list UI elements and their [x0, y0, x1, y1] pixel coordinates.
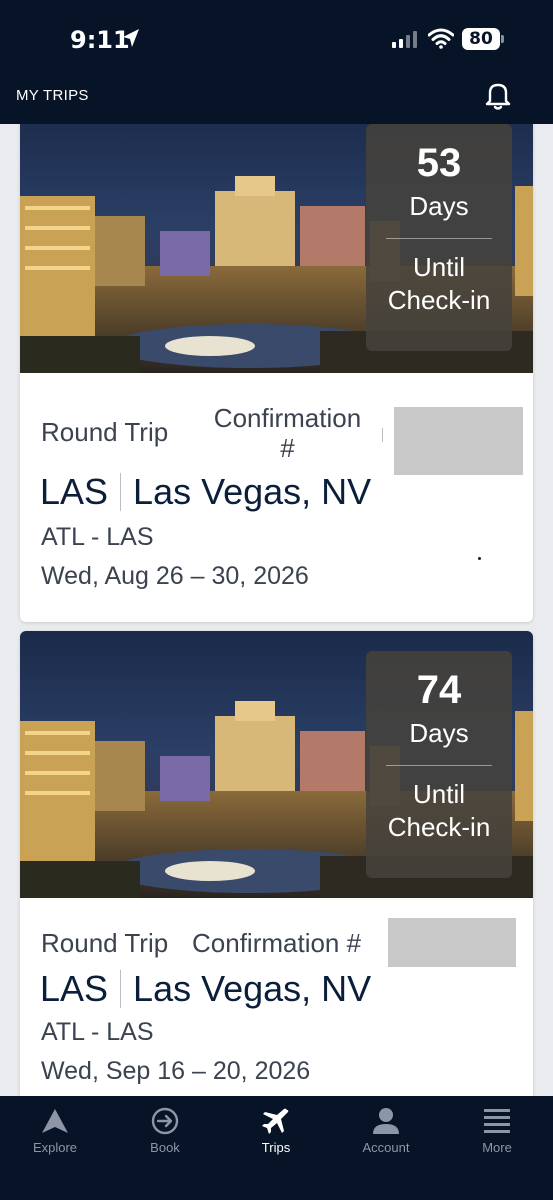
countdown-label: Check-in	[387, 285, 491, 315]
trip-dates: Wed, Aug 26 – 30, 2026	[41, 562, 309, 590]
countdown-number: 74	[416, 668, 462, 712]
destination-divider	[120, 970, 122, 1008]
trip-details: Round Trip Confirmation # LAS Las Vegas,…	[20, 898, 533, 1096]
tab-book[interactable]: Book	[110, 1096, 220, 1200]
flight-route: ATL - LAS	[41, 523, 154, 551]
city-name: Las Vegas, NV	[133, 968, 372, 1009]
page-title: MY TRIPS	[16, 87, 89, 104]
battery-indicator: 80	[462, 28, 500, 50]
bottom-tab-bar: Explore Book Trips Account More	[0, 1096, 553, 1200]
confirmation-label: Confirmation #	[192, 928, 362, 958]
tab-label: Account	[362, 1140, 410, 1155]
trip-details: Round Trip Confirmation # LAS Las Vegas,…	[20, 373, 533, 622]
app-header: MY TRIPS	[0, 78, 553, 124]
countdown-divider	[386, 765, 492, 766]
location-arrow-icon	[123, 29, 139, 47]
destination-photo: 74 Days Until Check-in	[20, 631, 533, 898]
explore-icon	[42, 1109, 68, 1133]
confirmation-number-redacted	[394, 407, 523, 475]
tab-trips[interactable]: Trips	[221, 1096, 331, 1200]
destination: LAS Las Vegas, NV	[40, 471, 371, 513]
account-icon	[373, 1108, 399, 1134]
dot	[478, 557, 481, 560]
destination-divider	[120, 473, 122, 511]
confirmation-label-line: Confirmation	[213, 403, 362, 433]
battery-tip	[501, 35, 504, 43]
status-bar: 9:11 80	[0, 0, 553, 78]
trip-card[interactable]: 53 Days Until Check-in Round Trip Confir…	[20, 124, 533, 622]
countdown-badge: 53 Days Until Check-in	[366, 124, 512, 351]
trips-list[interactable]: 53 Days Until Check-in Round Trip Confir…	[0, 124, 553, 1096]
tab-label: Trips	[261, 1140, 291, 1155]
countdown-badge: 74 Days Until Check-in	[366, 651, 512, 878]
menu-icon	[484, 1109, 510, 1133]
trip-card[interactable]: 74 Days Until Check-in Round Trip Confir…	[20, 631, 533, 1096]
book-icon	[151, 1107, 179, 1135]
plane-icon	[262, 1108, 289, 1134]
countdown-label: Until	[412, 779, 465, 809]
confirmation-label: Confirmation #	[205, 403, 370, 463]
trip-dates: Wed, Sep 16 – 20, 2026	[41, 1057, 311, 1085]
destination: LAS Las Vegas, NV	[40, 968, 371, 1010]
notification-bell-icon[interactable]	[481, 78, 515, 112]
tab-explore[interactable]: Explore	[0, 1096, 110, 1200]
confirmation-label-line: #	[280, 433, 295, 463]
trip-type: Round Trip	[41, 928, 169, 958]
tab-label: Explore	[32, 1140, 78, 1155]
status-time: 9:11	[70, 26, 130, 54]
cellular-signal-icon	[392, 30, 417, 48]
tab-label: More	[482, 1140, 512, 1155]
countdown-label: Check-in	[387, 812, 491, 842]
tab-label: Book	[150, 1140, 180, 1155]
flight-route: ATL - LAS	[41, 1018, 154, 1046]
confirmation-number-redacted	[388, 918, 516, 967]
airport-code: LAS	[40, 471, 109, 512]
destination-photo: 53 Days Until Check-in	[20, 124, 533, 373]
countdown-label: Until	[412, 252, 465, 282]
countdown-unit: Days	[409, 191, 469, 221]
confirmation-divider	[382, 428, 383, 442]
countdown-divider	[386, 238, 492, 239]
tab-more[interactable]: More	[442, 1096, 552, 1200]
city-name: Las Vegas, NV	[133, 471, 372, 512]
airport-code: LAS	[40, 968, 109, 1009]
tab-account[interactable]: Account	[331, 1096, 441, 1200]
countdown-unit: Days	[409, 718, 469, 748]
wifi-icon	[428, 28, 454, 49]
countdown-number: 53	[416, 141, 462, 185]
trip-type: Round Trip	[41, 417, 169, 447]
